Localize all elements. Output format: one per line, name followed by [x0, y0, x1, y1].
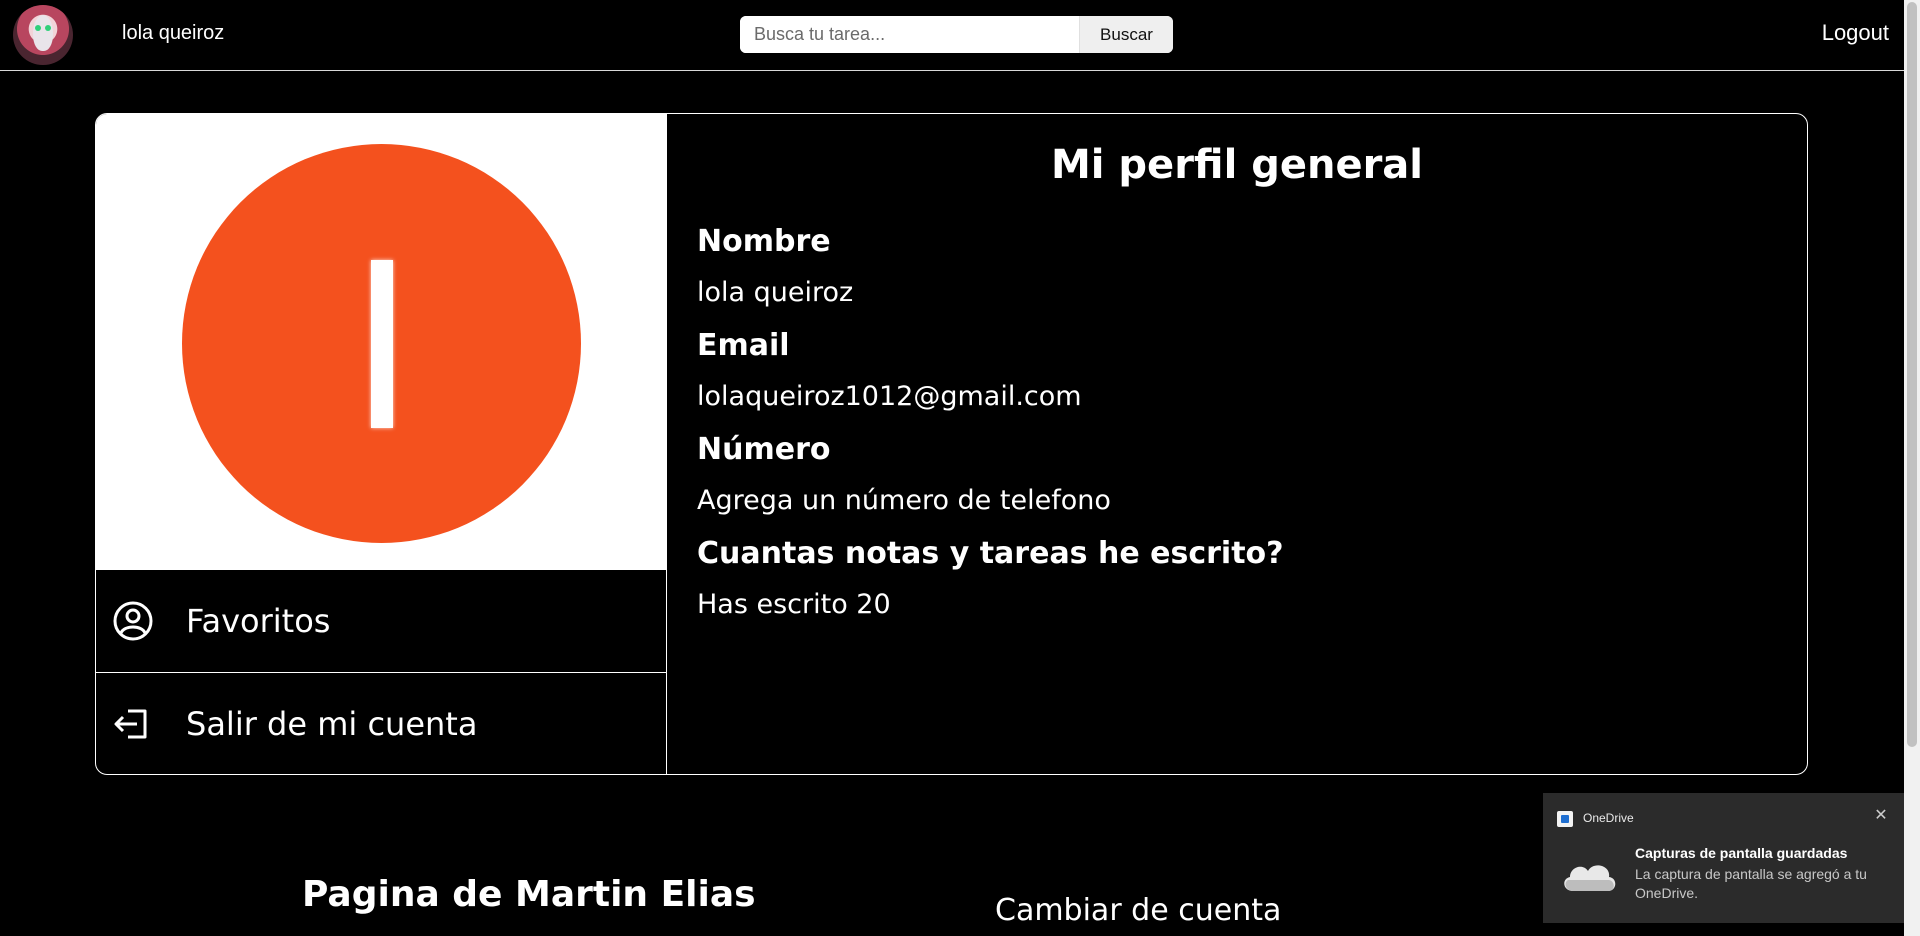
profile-avatar-area	[96, 114, 666, 570]
search-button[interactable]: Buscar	[1079, 16, 1173, 53]
switch-account-link[interactable]: Cambiar de cuenta	[995, 893, 1281, 928]
notification-title: Capturas de pantalla guardadas	[1635, 845, 1848, 861]
search-input[interactable]	[740, 16, 1079, 53]
user-avatar[interactable]	[13, 5, 73, 65]
onedrive-app-icon	[1557, 811, 1573, 827]
field-label-notas: Cuantas notas y tareas he escrito?	[697, 536, 1284, 571]
avatar-initial-letter	[370, 259, 393, 428]
field-label-numero: Número	[697, 432, 831, 467]
field-label-nombre: Nombre	[697, 224, 831, 259]
navbar-username: lola queiroz	[122, 22, 225, 44]
field-label-email: Email	[697, 328, 790, 363]
field-value-notas: Has escrito 20	[697, 589, 891, 620]
avatar-face	[33, 15, 53, 51]
sign-out-icon	[112, 703, 154, 745]
field-value-email: lolaqueiroz1012@gmail.com	[697, 381, 1082, 412]
menu-item-label: Salir de mi cuenta	[186, 704, 478, 743]
profile-title: Mi perfil general	[1050, 142, 1423, 188]
avatar-eye-left	[35, 25, 41, 31]
logout-link[interactable]: Logout	[1822, 20, 1889, 46]
close-icon[interactable]: ✕	[1872, 807, 1890, 825]
page-author-heading: Pagina de Martin Elias	[302, 874, 756, 915]
profile-card: Favoritos Salir de mi cuenta Mi perfil g…	[95, 113, 1808, 775]
menu-item-salir[interactable]: Salir de mi cuenta	[96, 672, 666, 774]
notification-body: La captura de pantalla se agregó a tu On…	[1635, 866, 1867, 901]
notification-app-name: OneDrive	[1583, 811, 1634, 825]
field-value-nombre: lola queiroz	[697, 277, 854, 308]
menu-item-label: Favoritos	[186, 602, 331, 640]
onedrive-cloud-icon	[1557, 853, 1621, 897]
top-navbar: lola queiroz Buscar Logout	[0, 0, 1904, 71]
profile-avatar	[182, 144, 581, 543]
menu-item-favoritos[interactable]: Favoritos	[96, 570, 666, 672]
avatar-eye-right	[45, 25, 51, 31]
profile-details: Mi perfil general Nombre lola queiroz Em…	[667, 114, 1807, 774]
user-circle-icon	[112, 600, 154, 642]
onedrive-notification[interactable]: OneDrive ✕ Capturas de pantalla guardada…	[1543, 793, 1908, 923]
profile-sidebar: Favoritos Salir de mi cuenta	[96, 114, 667, 774]
search-form: Buscar	[740, 16, 1173, 53]
scrollbar-thumb[interactable]	[1907, 2, 1917, 747]
page-scrollbar[interactable]	[1904, 0, 1920, 936]
field-value-numero: Agrega un número de telefono	[697, 485, 1111, 516]
